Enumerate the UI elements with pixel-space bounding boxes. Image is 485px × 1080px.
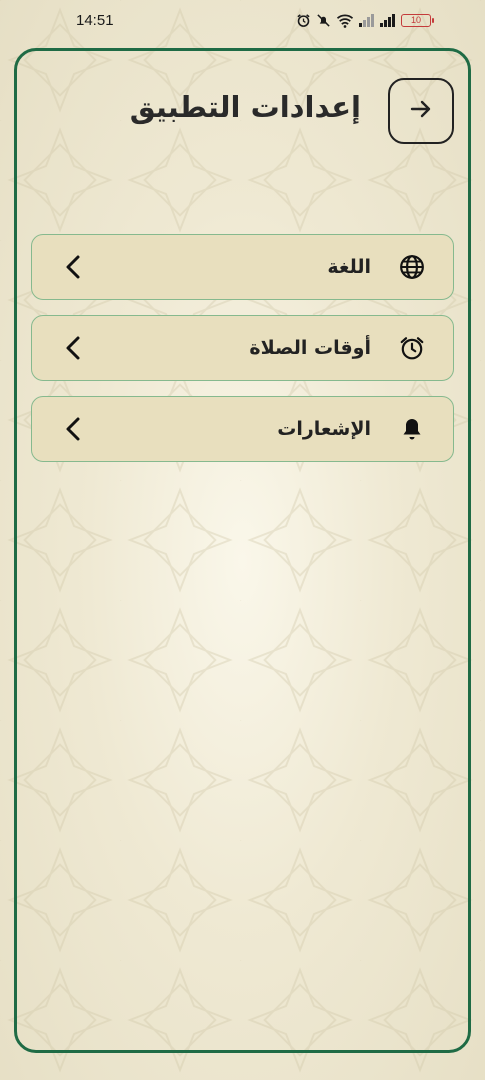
globe-icon [397, 252, 427, 282]
menu-item-language[interactable]: اللغة [31, 234, 454, 300]
status-bar: 14:51 10 [0, 0, 485, 40]
alarm-icon [296, 13, 311, 28]
app-frame [14, 48, 471, 1053]
settings-menu: اللغة أوقات الصلاة الإشعارات [31, 234, 454, 462]
menu-item-notifications[interactable]: الإشعارات [31, 396, 454, 462]
header: إعدادات التطبيق [14, 48, 471, 178]
page-title: إعدادات التطبيق [129, 90, 361, 124]
alarm-clock-icon [397, 333, 427, 363]
arrow-right-icon [409, 97, 433, 125]
menu-item-label: اللغة [327, 256, 371, 278]
status-time: 14:51 [76, 11, 114, 29]
wifi-icon [336, 13, 354, 28]
mute-icon [316, 13, 331, 28]
menu-item-label: أوقات الصلاة [249, 337, 371, 359]
battery-level: 10 [410, 15, 421, 25]
status-icons: 10 [296, 13, 434, 28]
menu-item-prayer-times[interactable]: أوقات الصلاة [31, 315, 454, 381]
chevron-left-icon [62, 255, 86, 279]
back-button[interactable] [388, 78, 454, 144]
menu-item-label: الإشعارات [277, 418, 371, 440]
battery-icon: 10 [401, 13, 434, 27]
chevron-left-icon [62, 417, 86, 441]
chevron-left-icon [62, 336, 86, 360]
bell-icon [397, 414, 427, 444]
signal-icon [380, 13, 396, 27]
signal-icon [359, 13, 375, 27]
